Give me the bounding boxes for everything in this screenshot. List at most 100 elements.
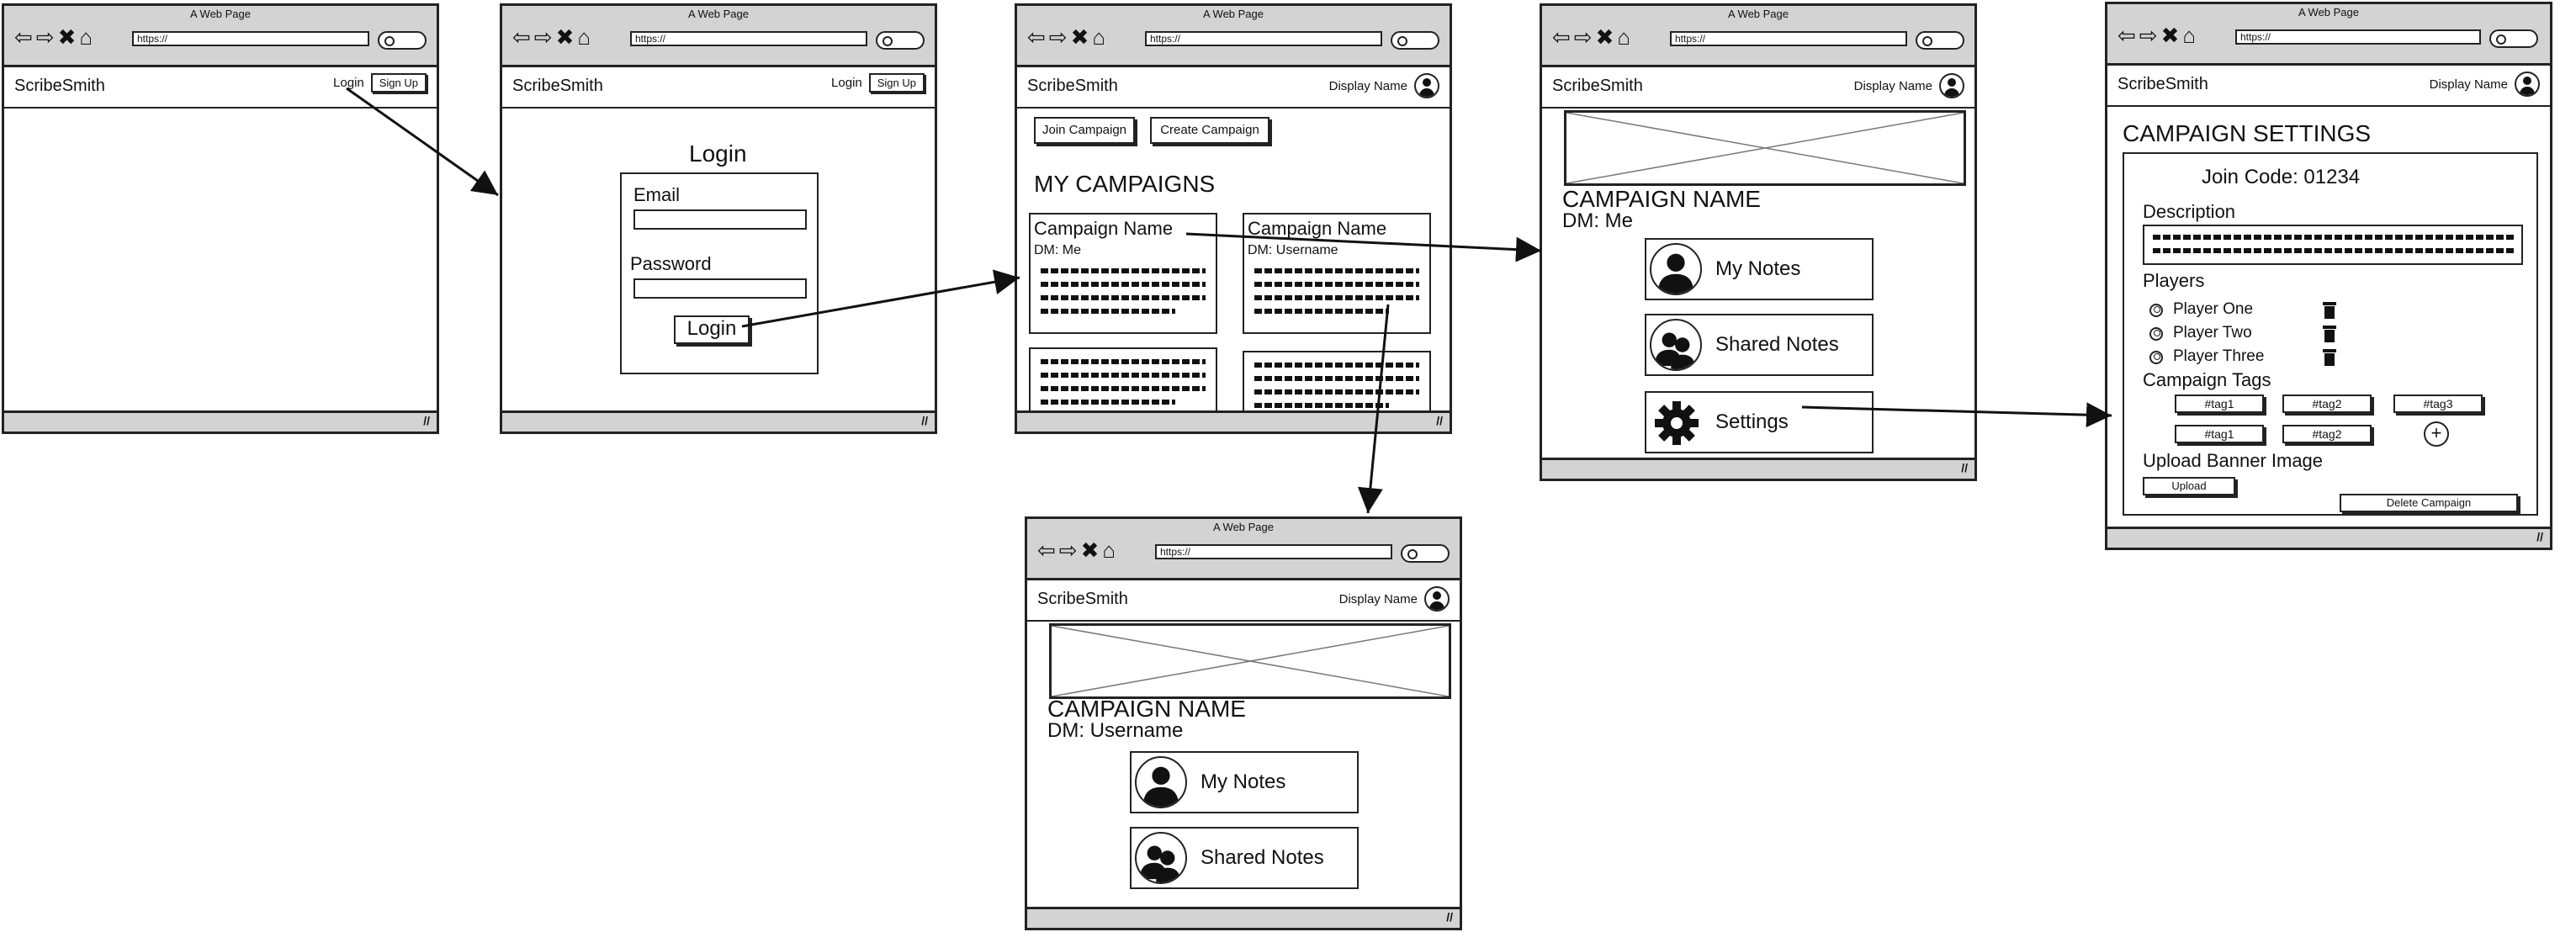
email-field[interactable] — [633, 209, 807, 230]
my-notes-tile[interactable]: My Notes — [1130, 751, 1359, 813]
description-scribble — [1041, 295, 1206, 300]
status-bar — [1017, 410, 1450, 432]
url-bar[interactable]: https:// — [2235, 29, 2481, 45]
campaign-tag[interactable]: #tag2 — [2282, 395, 2372, 413]
app-header: ScribeSmith Login Sign Up — [4, 65, 437, 109]
tags-label: Campaign Tags — [2143, 369, 2271, 390]
campaign-card[interactable] — [1243, 351, 1431, 418]
sign-up-button[interactable]: Sign Up — [868, 73, 925, 93]
settings-tile[interactable]: Settings — [1645, 391, 1874, 453]
description-scribble — [1254, 363, 1419, 368]
group-icon — [1650, 319, 1702, 371]
login-submit-button[interactable]: Login — [674, 315, 750, 344]
password-label: Password — [630, 253, 712, 274]
description-field[interactable] — [2143, 225, 2523, 265]
password-field[interactable] — [633, 278, 807, 299]
window-title: A Web Page — [1212, 521, 1275, 533]
shared-notes-tile[interactable]: Shared Notes — [1645, 314, 1874, 376]
description-scribble — [1041, 373, 1206, 378]
avatar-icon[interactable] — [1414, 73, 1439, 98]
campaign-card[interactable]: Campaign Name DM: Me — [1029, 213, 1217, 334]
join-campaign-button[interactable]: Join Campaign — [1034, 117, 1135, 144]
login-link[interactable]: Login — [831, 76, 862, 90]
display-name[interactable]: Display Name — [1329, 79, 1407, 93]
avatar-icon[interactable] — [1939, 73, 1964, 98]
avatar-icon[interactable] — [2515, 71, 2540, 97]
search-icon[interactable] — [1401, 544, 1450, 563]
campaign-card-dm: DM: Username — [1248, 243, 1338, 257]
display-name[interactable]: Display Name — [1854, 79, 1932, 93]
nav-icons[interactable]: ⇦⇨✖⌂ — [14, 24, 96, 50]
player-name: Player Two — [2173, 324, 2252, 342]
campaign-tag[interactable]: #tag2 — [2282, 425, 2372, 443]
tile-label: Settings — [1715, 410, 1789, 433]
banner-image-placeholder — [1564, 110, 1966, 186]
shared-notes-tile[interactable]: Shared Notes — [1130, 827, 1359, 889]
description-scribble — [1254, 295, 1419, 300]
search-icon[interactable] — [1391, 31, 1439, 50]
app-header: ScribeSmith Display Name — [1027, 578, 1460, 622]
brand-logo: ScribeSmith — [1037, 590, 1128, 608]
campaign-tag[interactable]: #tag1 — [2175, 395, 2264, 413]
wireframe-landing: A Web Page ⇦⇨✖⌂ https:// ScribeSmith Log… — [2, 3, 439, 434]
wireframe-campaign-settings: A Web Page ⇦⇨✖⌂ https:// ScribeSmith Dis… — [2105, 2, 2552, 550]
settings-heading: CAMPAIGN SETTINGS — [2123, 120, 2372, 146]
url-bar[interactable]: https:// — [1155, 544, 1392, 559]
description-scribble — [1254, 282, 1419, 287]
display-name[interactable]: Display Name — [1339, 592, 1418, 606]
campaign-tag[interactable]: #tag3 — [2393, 395, 2483, 413]
campaign-card[interactable] — [1029, 347, 1217, 415]
app-header: ScribeSmith Display Name — [1542, 65, 1974, 109]
status-bar — [502, 410, 935, 432]
nav-icons[interactable]: ⇦⇨✖⌂ — [1027, 24, 1109, 50]
gear-icon — [1653, 400, 1700, 447]
url-bar[interactable]: https:// — [630, 31, 867, 46]
tile-label: My Notes — [1201, 770, 1286, 793]
window-title: A Web Page — [189, 8, 252, 20]
search-icon[interactable] — [378, 31, 427, 50]
search-icon[interactable] — [2489, 29, 2538, 48]
banner-label: Upload Banner Image — [2143, 450, 2324, 471]
description-scribble — [1254, 376, 1419, 381]
app-header: ScribeSmith Display Name — [1017, 65, 1450, 109]
window-title: A Web Page — [687, 8, 750, 20]
status-bar — [1542, 458, 1974, 479]
person-icon — [1135, 756, 1187, 808]
upload-button[interactable]: Upload — [2143, 477, 2235, 495]
create-campaign-button[interactable]: Create Campaign — [1150, 117, 1269, 144]
sign-up-button[interactable]: Sign Up — [370, 73, 427, 93]
url-bar[interactable]: https:// — [132, 31, 369, 46]
nav-icons[interactable]: ⇦⇨✖⌂ — [512, 24, 594, 50]
description-scribble — [1041, 386, 1206, 391]
email-label: Email — [633, 184, 681, 205]
description-scribble — [1254, 268, 1419, 273]
trash-icon[interactable] — [2323, 302, 2336, 319]
search-icon[interactable] — [876, 31, 925, 50]
url-bar[interactable]: https:// — [1145, 31, 1382, 46]
nav-icons[interactable]: ⇦⇨✖⌂ — [1037, 537, 1119, 563]
status-bar — [2107, 527, 2550, 548]
window-title: A Web Page — [2298, 6, 2360, 19]
status-bar — [4, 410, 437, 432]
url-bar[interactable]: https:// — [1670, 31, 1907, 46]
login-link[interactable]: Login — [333, 76, 364, 90]
person-icon — [1650, 243, 1702, 295]
settings-panel: Join Code: 01234 Description Players Pla… — [2123, 152, 2538, 516]
player-name: Player One — [2173, 300, 2254, 318]
description-scribble — [1041, 359, 1206, 364]
delete-campaign-button[interactable]: Delete Campaign — [2340, 494, 2518, 512]
add-tag-button[interactable]: + — [2424, 421, 2449, 447]
avatar-icon[interactable] — [1424, 586, 1450, 612]
browser-chrome: A Web Page ⇦⇨✖⌂ https:// — [1542, 6, 1974, 67]
nav-icons[interactable]: ⇦⇨✖⌂ — [2118, 23, 2199, 48]
display-name[interactable]: Display Name — [2430, 77, 2508, 92]
my-notes-tile[interactable]: My Notes — [1645, 238, 1874, 300]
trash-icon[interactable] — [2323, 326, 2336, 342]
campaign-dm: DM: Username — [1047, 719, 1184, 742]
nav-icons[interactable]: ⇦⇨✖⌂ — [1552, 24, 1634, 50]
trash-icon[interactable] — [2323, 349, 2336, 366]
description-scribble — [1254, 309, 1389, 314]
campaign-tag[interactable]: #tag1 — [2175, 425, 2264, 443]
search-icon[interactable] — [1916, 31, 1964, 50]
campaign-card[interactable]: Campaign Name DM: Username — [1243, 213, 1431, 334]
